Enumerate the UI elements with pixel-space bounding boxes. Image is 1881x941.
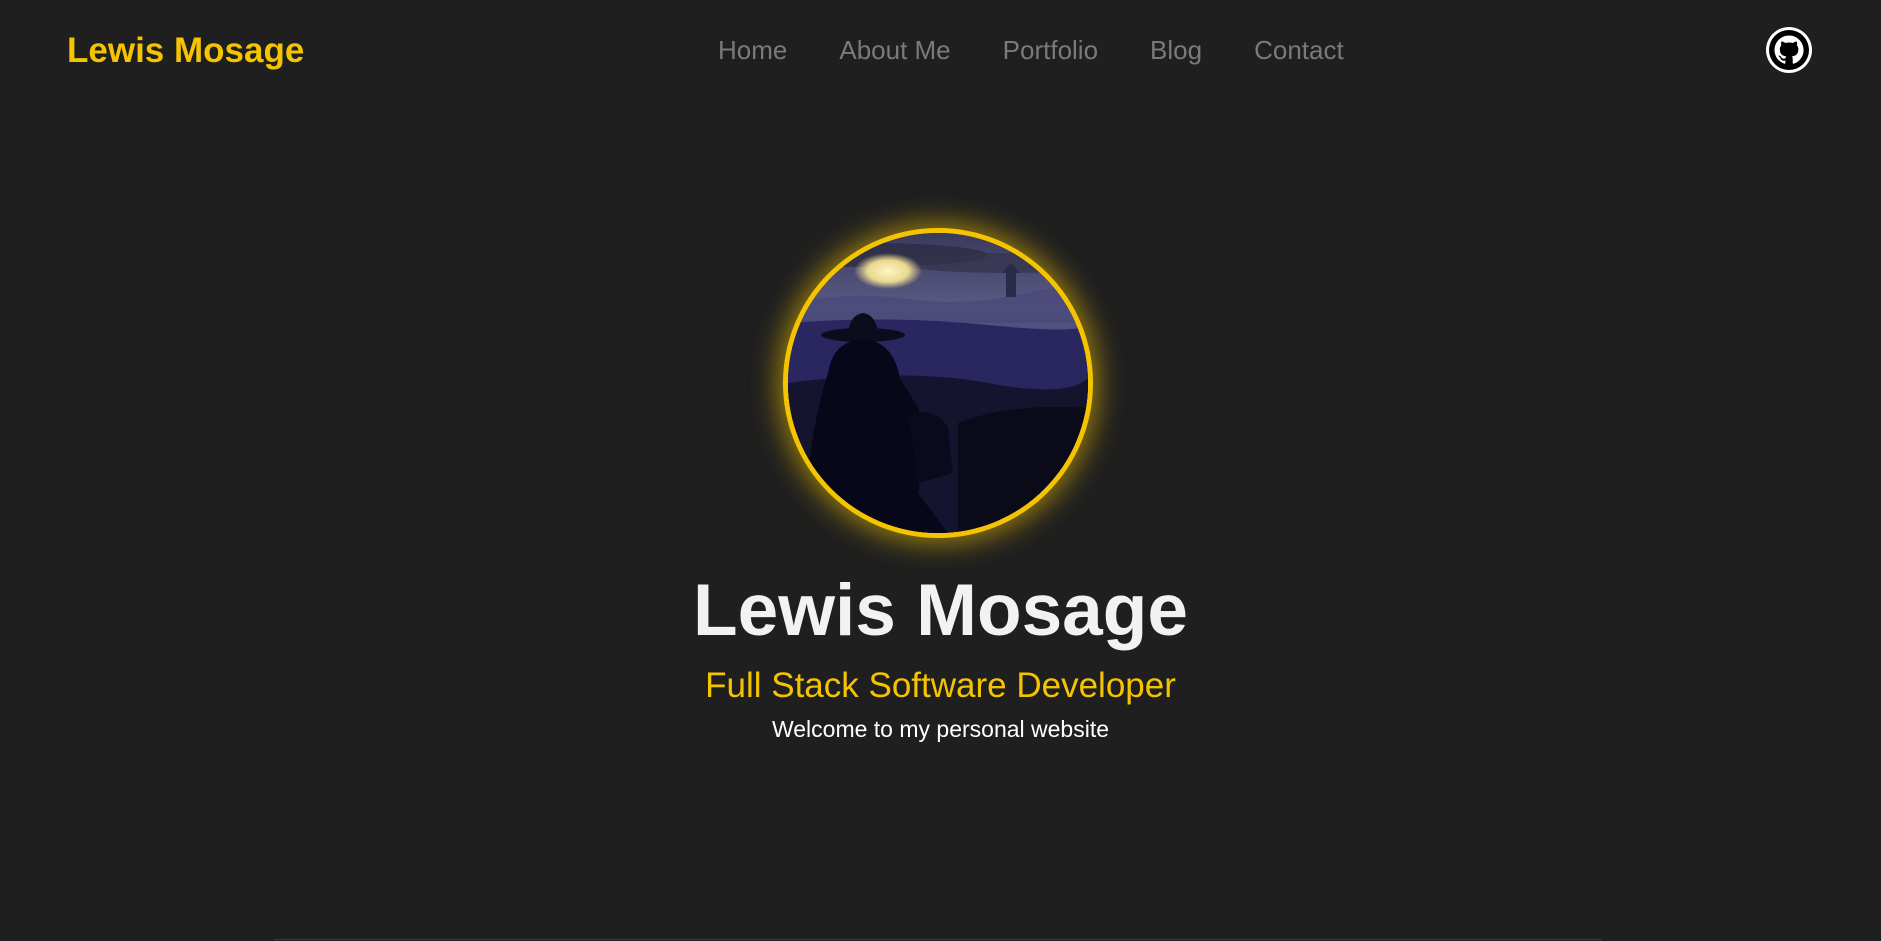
- section-divider: [274, 939, 1602, 940]
- nav-link-about-me[interactable]: About Me: [839, 33, 950, 67]
- site-header: Lewis Mosage Home About Me Portfolio Blo…: [0, 0, 1881, 100]
- brand-logo-link[interactable]: Lewis Mosage: [67, 30, 304, 72]
- github-icon: [1769, 30, 1809, 70]
- main-navigation: Home About Me Portfolio Blog Contact: [718, 33, 1344, 67]
- hero-welcome-text: Welcome to my personal website: [771, 716, 1110, 742]
- profile-avatar: [783, 228, 1093, 538]
- profile-avatar-image: [788, 233, 1088, 533]
- nav-link-portfolio[interactable]: Portfolio: [1003, 33, 1098, 67]
- nav-link-contact[interactable]: Contact: [1254, 33, 1344, 67]
- hero-role-subtitle: Full Stack Software Developer: [705, 666, 1176, 705]
- hero-name-heading: Lewis Mosage: [693, 570, 1188, 651]
- page: Lewis Mosage Home About Me Portfolio Blo…: [0, 0, 1881, 941]
- nav-link-home[interactable]: Home: [718, 33, 787, 67]
- nav-link-blog[interactable]: Blog: [1150, 33, 1202, 67]
- github-link[interactable]: [1766, 27, 1812, 73]
